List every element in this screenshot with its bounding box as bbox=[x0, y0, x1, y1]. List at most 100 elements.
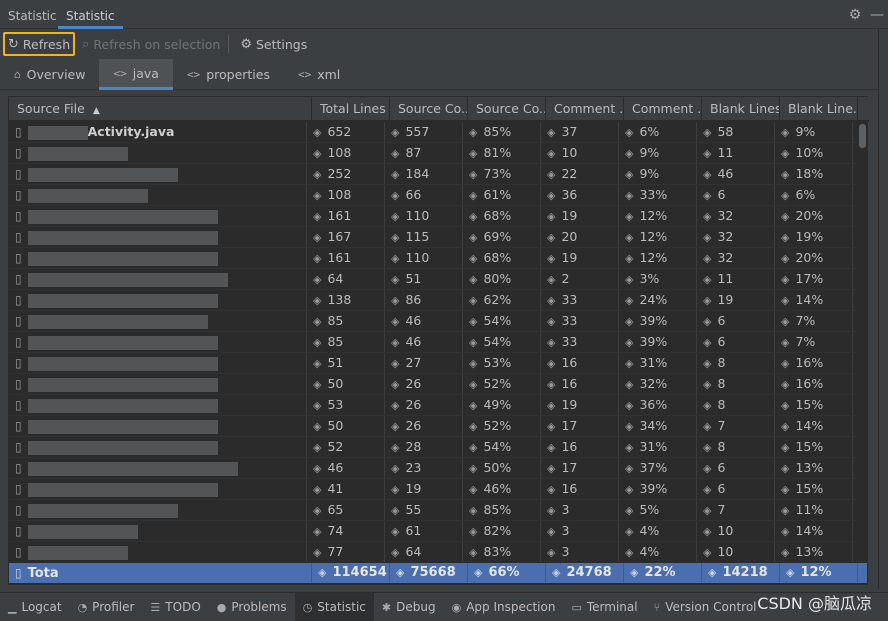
metric-cell: ◈ 7 bbox=[697, 500, 775, 520]
column-header[interactable]: Source Co... bbox=[390, 97, 468, 121]
metric-cell: ◈ 15% bbox=[775, 479, 853, 499]
column-header[interactable]: Source File ▲ bbox=[9, 97, 312, 121]
table-row[interactable]: ▯ ◈ 65 ◈ 55 ◈ 85% ◈ 3 ◈ 5% ◈ 7 ◈ 11% bbox=[9, 500, 857, 521]
table-row[interactable]: ▯ ◈ 161 ◈ 110 ◈ 68% ◈ 19 ◈ 12% ◈ 32 ◈ 20% bbox=[9, 248, 857, 269]
tool-window-button-terminal[interactable]: ▭ Terminal bbox=[563, 593, 645, 621]
tool-window-button-statistic[interactable]: ◷ Statistic bbox=[294, 592, 374, 621]
refresh-button[interactable]: ↻ Refresh bbox=[3, 32, 76, 56]
table-row[interactable]: ▯ ◈ 51 ◈ 27 ◈ 53% ◈ 16 ◈ 31% ◈ 8 ◈ 16% bbox=[9, 353, 857, 374]
column-header[interactable]: Total Lines bbox=[312, 97, 390, 121]
column-header[interactable]: Comment ... bbox=[546, 97, 624, 121]
metric-cell: ◈ 51 bbox=[307, 353, 385, 373]
redacted-filename bbox=[27, 503, 178, 518]
stack-icon: ◈ bbox=[469, 168, 478, 181]
table-row[interactable]: ▯ ◈ 85 ◈ 46 ◈ 54% ◈ 33 ◈ 39% ◈ 6 ◈ 7% bbox=[9, 311, 857, 332]
gear-icon[interactable]: ⚙ bbox=[844, 7, 866, 23]
logcat-icon: ▁ bbox=[8, 600, 17, 614]
column-header[interactable]: Comment ... bbox=[624, 97, 702, 121]
stack-icon: ◈ bbox=[781, 378, 790, 391]
refresh-on-selection-label: Refresh on selection bbox=[93, 36, 221, 52]
metric-cell: ◈ 77 bbox=[307, 542, 385, 562]
tool-window-button-app-inspection[interactable]: ◉ App Inspection bbox=[444, 593, 564, 621]
column-header-label: Blank Line... bbox=[788, 101, 858, 116]
table-row[interactable]: ▯ ◈ 108 ◈ 87 ◈ 81% ◈ 10 ◈ 9% ◈ 11 ◈ 10% bbox=[9, 143, 857, 164]
tool-window-button-todo[interactable]: ☰ TODO bbox=[142, 593, 208, 621]
metric-value: 18% bbox=[795, 166, 824, 181]
stack-icon: ◈ bbox=[547, 273, 556, 286]
metric-cell: ◈ 46% bbox=[463, 479, 541, 499]
vertical-scrollbar[interactable] bbox=[858, 122, 867, 562]
metric-cell: ◈ 54% bbox=[463, 311, 541, 331]
tab-overview[interactable]: ⌂ Overview bbox=[0, 59, 99, 90]
metric-value: 26 bbox=[405, 376, 422, 391]
table-row[interactable]: ▯ ◈ 53 ◈ 26 ◈ 49% ◈ 19 ◈ 36% ◈ 8 ◈ 15% bbox=[9, 395, 857, 416]
tab-xml[interactable]: <> xml bbox=[284, 59, 354, 90]
metric-cell: ◈ 61% bbox=[463, 185, 541, 205]
table-row[interactable]: ▯ ◈ 138 ◈ 86 ◈ 62% ◈ 33 ◈ 24% ◈ 19 ◈ 14% bbox=[9, 290, 857, 311]
table-row[interactable]: ▯ ◈ 64 ◈ 51 ◈ 80% ◈ 2 ◈ 3% ◈ 11 ◈ 17% bbox=[9, 269, 857, 290]
metric-cell: ◈ 33 bbox=[541, 311, 619, 331]
stack-icon: ◈ bbox=[391, 231, 400, 244]
refresh-on-selection-button[interactable]: ⌕ Refresh on selection bbox=[78, 32, 224, 56]
table-row[interactable]: ▯ ◈ 50 ◈ 26 ◈ 52% ◈ 17 ◈ 34% ◈ 7 ◈ 14% bbox=[9, 416, 857, 437]
metric-value: 53% bbox=[483, 355, 512, 370]
scrollbar-thumb[interactable] bbox=[859, 124, 866, 148]
tool-window-button-version-control[interactable]: ⑂ Version Control bbox=[646, 593, 765, 621]
metric-value: 8 bbox=[717, 376, 726, 391]
table-row[interactable]: ▯ ◈ 74 ◈ 61 ◈ 82% ◈ 3 ◈ 4% ◈ 10 ◈ 14% bbox=[9, 521, 857, 542]
metric-cell: ◈ 9% bbox=[619, 164, 697, 184]
redacted-filename bbox=[27, 251, 218, 266]
metric-cell: ◈ 83% bbox=[463, 542, 541, 562]
metric-value: 161 bbox=[327, 250, 352, 265]
tool-window-label: App Inspection bbox=[466, 600, 556, 614]
table-row[interactable]: ▯ ◈ 52 ◈ 28 ◈ 54% ◈ 16 ◈ 31% ◈ 8 ◈ 15% bbox=[9, 437, 857, 458]
metric-value: 11 bbox=[717, 271, 734, 286]
table-row[interactable]: ▯ ◈ 108 ◈ 66 ◈ 61% ◈ 36 ◈ 33% ◈ 6 ◈ 6% bbox=[9, 185, 857, 206]
stack-icon: ◈ bbox=[391, 483, 400, 496]
column-header[interactable]: Blank Line... bbox=[780, 97, 858, 121]
column-header[interactable]: Blank Lines bbox=[702, 97, 780, 121]
tool-window-button-problems[interactable]: ● Problems bbox=[209, 593, 295, 621]
stack-icon: ◈ bbox=[313, 147, 322, 160]
table-row[interactable]: ▯ ◈ 50 ◈ 26 ◈ 52% ◈ 16 ◈ 32% ◈ 8 ◈ 16% bbox=[9, 374, 857, 395]
metric-value: 33 bbox=[561, 292, 578, 307]
stack-icon: ◈ bbox=[547, 168, 556, 181]
metric-value: 46% bbox=[483, 481, 512, 496]
table-row[interactable]: ▯ ◈ 46 ◈ 23 ◈ 50% ◈ 17 ◈ 37% ◈ 6 ◈ 13% bbox=[9, 458, 857, 479]
settings-button[interactable]: ⚙ Settings bbox=[236, 32, 311, 56]
metric-value: 37% bbox=[639, 460, 668, 475]
redacted-filename bbox=[27, 419, 218, 434]
stack-icon: ◈ bbox=[313, 231, 322, 244]
table-row[interactable]: ▯ ◈ 161 ◈ 110 ◈ 68% ◈ 19 ◈ 12% ◈ 32 ◈ 20% bbox=[9, 206, 857, 227]
table-row[interactable]: ▯ ◈ 167 ◈ 115 ◈ 69% ◈ 20 ◈ 12% ◈ 32 ◈ 19% bbox=[9, 227, 857, 248]
table-row[interactable]: ▯ ◈ 252 ◈ 184 ◈ 73% ◈ 22 ◈ 9% ◈ 46 ◈ 18% bbox=[9, 164, 857, 185]
metric-value: 115 bbox=[405, 229, 430, 244]
minimize-icon[interactable]: — bbox=[866, 7, 888, 23]
metric-cell: ◈ 73% bbox=[463, 164, 541, 184]
metric-value: 4% bbox=[639, 523, 660, 538]
metric-value: 73% bbox=[483, 166, 512, 181]
metric-value: 52% bbox=[483, 418, 512, 433]
tool-window-button-profiler[interactable]: ◔ Profiler bbox=[70, 593, 143, 621]
metric-value: 3 bbox=[561, 502, 570, 517]
total-row[interactable]: ▯ Tota ◈ 114654 ◈ 75668 ◈ 66% ◈ 24768 ◈ 22% ◈ 14218 ◈ 1… bbox=[9, 563, 867, 583]
stack-icon: ◈ bbox=[474, 566, 483, 579]
source-file-cell: ▯ bbox=[9, 227, 307, 247]
tool-window-tab-statistic-active[interactable]: Statistic bbox=[58, 0, 123, 29]
file-icon: ▯ bbox=[15, 146, 22, 160]
tool-window-button-debug[interactable]: ✱ Debug bbox=[374, 593, 444, 621]
tool-window-tab-statistic[interactable]: Statistic bbox=[0, 0, 65, 29]
table-row[interactable]: ▯ Activity.java ◈ 652 ◈ 557 ◈ 85% ◈ 37 ◈ 6% ◈ 58 ◈ 9% bbox=[9, 122, 857, 143]
metric-value: 85% bbox=[483, 124, 512, 139]
table-row[interactable]: ▯ ◈ 41 ◈ 19 ◈ 46% ◈ 16 ◈ 39% ◈ 6 ◈ 15% bbox=[9, 479, 857, 500]
tool-window-button-logcat[interactable]: ▁ Logcat bbox=[0, 593, 70, 621]
column-header[interactable]: Source Co... bbox=[468, 97, 546, 121]
tab-properties[interactable]: <> properties bbox=[173, 59, 284, 90]
table-row[interactable]: ▯ ◈ 85 ◈ 46 ◈ 54% ◈ 33 ◈ 39% ◈ 6 ◈ 7% bbox=[9, 332, 857, 353]
stack-icon: ◈ bbox=[625, 357, 634, 370]
file-icon: ▯ bbox=[15, 398, 22, 412]
tab-java[interactable]: <> java bbox=[99, 59, 173, 90]
table-row[interactable]: ▯ ◈ 77 ◈ 64 ◈ 83% ◈ 3 ◈ 4% ◈ 10 ◈ 13% bbox=[9, 542, 857, 562]
metric-cell: ◈ 20% bbox=[775, 206, 853, 226]
metric-value: 52 bbox=[327, 439, 344, 454]
